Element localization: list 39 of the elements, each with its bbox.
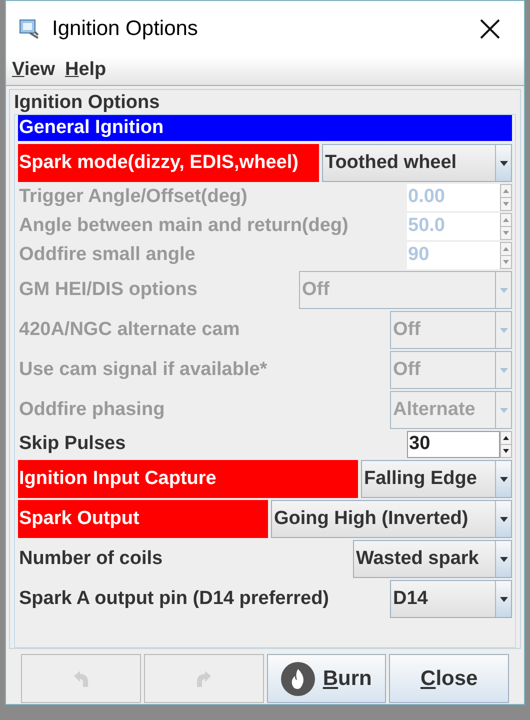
- field-label: Number of coils: [18, 546, 164, 571]
- close-icon[interactable]: [480, 18, 500, 38]
- dropdown[interactable]: D14: [390, 580, 512, 618]
- field-label: Skip Pulses: [18, 432, 127, 456]
- field-label: Oddfire phasing: [18, 398, 166, 422]
- field-label: Ignition Input Capture: [18, 460, 358, 498]
- dropdown[interactable]: Going High (Inverted): [271, 500, 512, 538]
- caret-icon: [500, 328, 508, 332]
- group-title: Ignition Options: [14, 92, 161, 114]
- burn-button[interactable]: Burn: [266, 654, 386, 703]
- spinner-arrows[interactable]: [500, 431, 512, 458]
- dropdown[interactable]: Toothed wheel: [322, 144, 512, 182]
- field-label: Oddfire small angle: [18, 243, 196, 268]
- menu-item[interactable]: View: [12, 56, 55, 85]
- caret-icon: [500, 288, 508, 292]
- field-label: Angle between main and return(deg): [18, 214, 350, 238]
- window-title: Ignition Options: [52, 16, 198, 42]
- close-button[interactable]: Close: [389, 654, 509, 703]
- field-label: 420A/NGC alternate cam: [18, 318, 241, 342]
- caret-icon: [500, 556, 508, 562]
- caret-icon: [500, 408, 508, 412]
- field-label: Spark A output pin (D14 preferred): [18, 586, 330, 611]
- caret-icon: [500, 476, 508, 482]
- field-label: Spark Output: [18, 500, 268, 538]
- caret-icon: [500, 368, 508, 372]
- menu-item[interactable]: Help: [64, 56, 106, 85]
- app-icon: [18, 18, 40, 40]
- flame-icon: [280, 662, 315, 696]
- dropdown[interactable]: Wasted spark: [353, 540, 512, 578]
- field-label: Use cam signal if available*: [18, 358, 268, 382]
- number-field[interactable]: 30: [407, 431, 500, 458]
- caret-icon: [500, 596, 508, 602]
- dropdown[interactable]: Falling Edge: [361, 460, 512, 498]
- field-label: Spark mode(dizzy, EDIS,wheel): [18, 144, 319, 182]
- field-label: Trigger Angle/Offset(deg): [18, 185, 248, 210]
- caret-icon: [500, 160, 508, 166]
- field-label: GM HEI/DIS options: [18, 278, 198, 302]
- section-header: General Ignition: [18, 115, 512, 141]
- caret-icon: [500, 516, 508, 522]
